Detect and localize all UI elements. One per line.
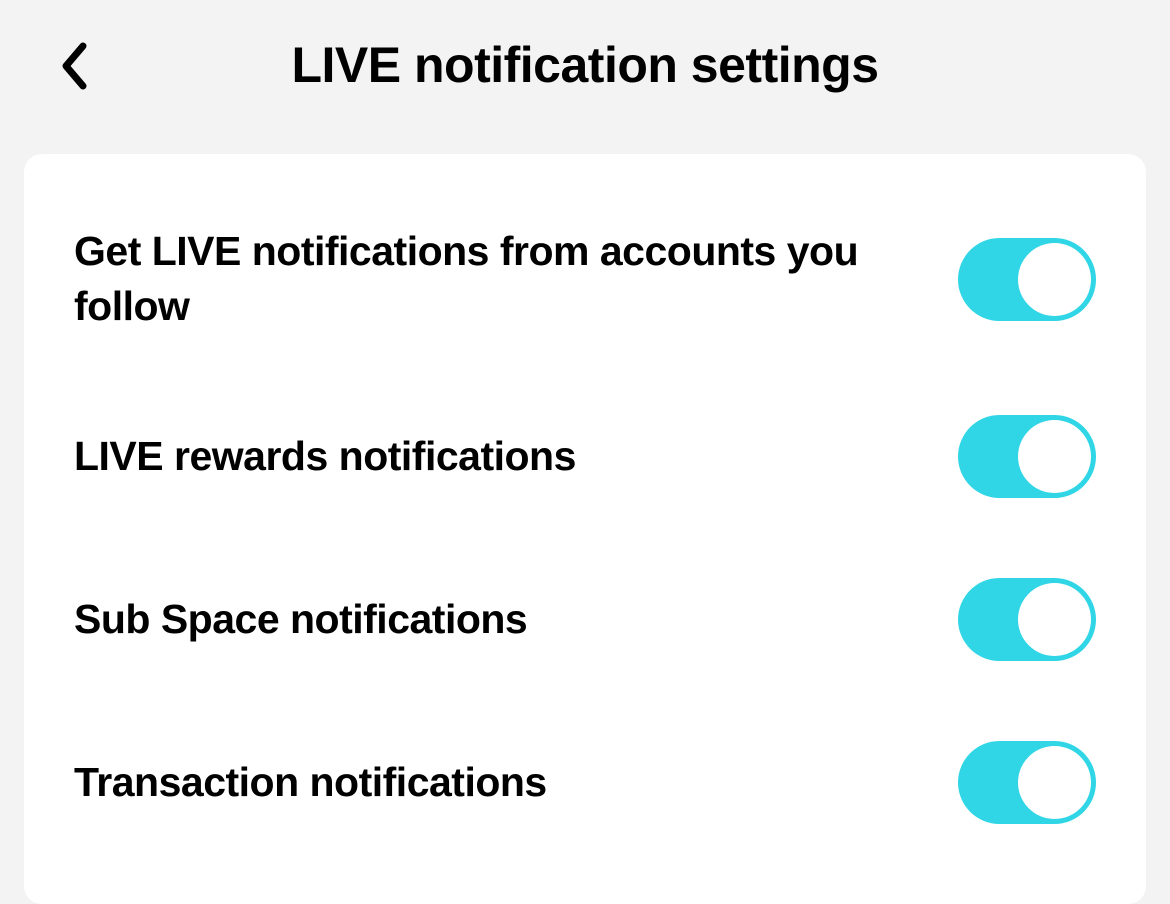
toggle-sub-space[interactable]	[958, 578, 1096, 661]
settings-row-live-accounts: Get LIVE notifications from accounts you…	[74, 184, 1096, 375]
chevron-left-icon	[60, 42, 88, 90]
header: LIVE notification settings	[0, 0, 1170, 124]
settings-row-sub-space: Sub Space notifications	[74, 538, 1096, 701]
toggle-knob	[1018, 243, 1091, 316]
settings-card: Get LIVE notifications from accounts you…	[24, 154, 1146, 904]
toggle-knob	[1018, 746, 1091, 819]
settings-label: Transaction notifications	[74, 755, 547, 810]
settings-row-live-rewards: LIVE rewards notifications	[74, 375, 1096, 538]
toggle-live-accounts[interactable]	[958, 238, 1096, 321]
toggle-live-rewards[interactable]	[958, 415, 1096, 498]
back-button[interactable]	[50, 42, 98, 90]
settings-row-transaction: Transaction notifications	[74, 701, 1096, 864]
settings-label: Sub Space notifications	[74, 592, 527, 647]
toggle-transaction[interactable]	[958, 741, 1096, 824]
toggle-knob	[1018, 583, 1091, 656]
settings-label: LIVE rewards notifications	[74, 429, 576, 484]
settings-label: Get LIVE notifications from accounts you…	[74, 224, 894, 335]
toggle-knob	[1018, 420, 1091, 493]
page-title: LIVE notification settings	[50, 36, 1120, 94]
